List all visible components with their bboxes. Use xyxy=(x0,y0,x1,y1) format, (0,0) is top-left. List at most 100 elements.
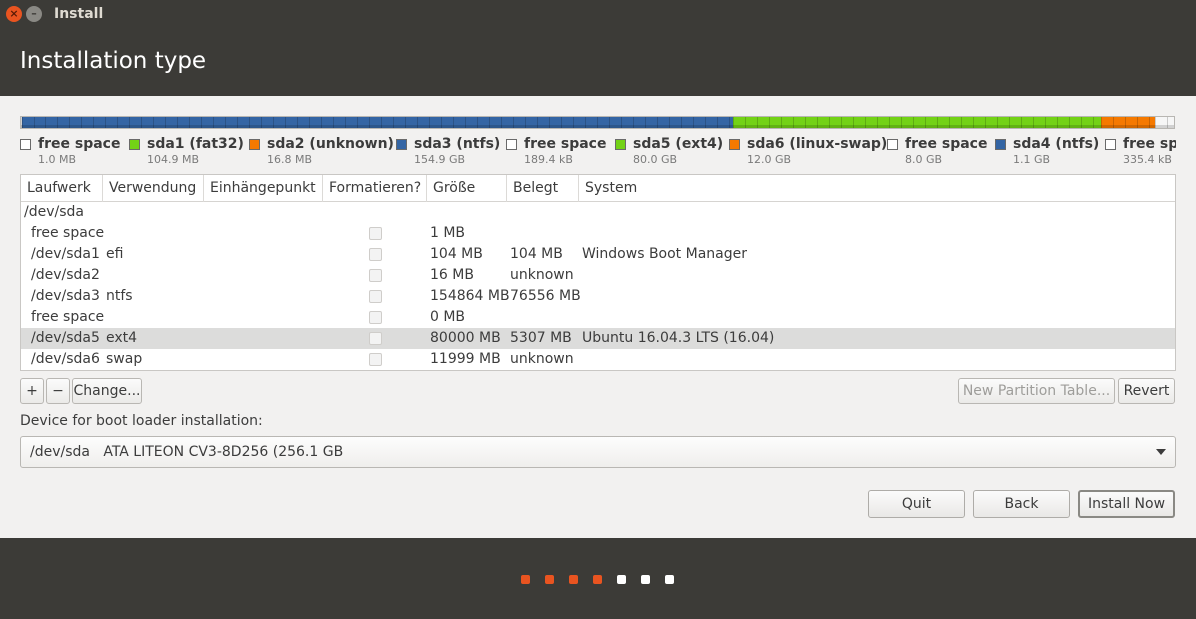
cell-use: efi xyxy=(106,246,124,262)
legend-swatch xyxy=(20,139,31,150)
column-header-system[interactable]: System xyxy=(579,175,1175,202)
quit-button[interactable]: Quit xyxy=(868,490,965,518)
cell-device: /dev/sda1 xyxy=(31,246,100,262)
cell-system: Ubuntu 16.04.3 LTS (16.04) xyxy=(582,330,775,346)
partition-bar-segment xyxy=(733,117,1101,128)
cell-use: swap xyxy=(106,351,143,367)
legend-swatch xyxy=(249,139,260,150)
cell-system: Windows Boot Manager xyxy=(582,246,747,262)
partition-bar-segment xyxy=(57,117,733,128)
cell-device: /dev/sda5 xyxy=(31,330,100,346)
cell-size: 11999 MB xyxy=(430,351,501,367)
table-row[interactable]: /dev/sda2 16 MB unknown xyxy=(21,265,1175,286)
add-partition-button[interactable]: + xyxy=(20,378,44,404)
format-checkbox[interactable] xyxy=(369,290,382,303)
cell-device: free space xyxy=(31,309,105,325)
cell-device: /dev/sda2 xyxy=(31,267,100,283)
main-panel: free space 1.0 MB sda1 (fat32) 104.9 MB sda2… xyxy=(0,96,1196,538)
column-header-laufwerk[interactable]: Laufwerk xyxy=(21,175,103,202)
minimize-window-button[interactable]: – xyxy=(26,6,42,22)
legend-size: 16.8 MB xyxy=(267,153,313,166)
progress-step-dot xyxy=(665,575,674,584)
cell-used: 104 MB xyxy=(510,246,563,262)
partition-usage-bar xyxy=(20,116,1175,129)
window-title: Install xyxy=(54,6,104,22)
partition-table[interactable]: Laufwerk Verwendung Einhängepunkt Format… xyxy=(20,174,1176,371)
legend-swatch xyxy=(995,139,1006,150)
cell-use: ntfs xyxy=(106,288,133,304)
legend-label: sda3 (ntfs) xyxy=(414,136,501,152)
legend-size: 12.0 GB xyxy=(747,153,792,166)
legend-size: 335.4 kB xyxy=(1123,153,1172,166)
legend-label: free space xyxy=(38,136,121,152)
legend-label: sda2 (unknown) xyxy=(267,136,394,152)
column-header-groesse[interactable]: Größe xyxy=(427,175,507,202)
progress-step-dot xyxy=(593,575,602,584)
cell-used: unknown xyxy=(510,351,574,367)
format-checkbox[interactable] xyxy=(369,248,382,261)
cell-size: 0 MB xyxy=(430,309,466,325)
table-row[interactable]: /dev/sda5 ext4 80000 MB 5307 MB Ubuntu 16.04… xyxy=(21,328,1175,349)
back-button[interactable]: Back xyxy=(973,490,1070,518)
change-partition-button[interactable]: Change... xyxy=(72,378,142,404)
table-row[interactable]: /dev/sda3 ntfs 154864 MB 76556 MB xyxy=(21,286,1175,307)
table-row[interactable]: /dev/sda6 swap 11999 MB unknown xyxy=(21,349,1175,370)
legend-size: 80.0 GB xyxy=(633,153,678,166)
legend-swatch xyxy=(887,139,898,150)
column-header-belegt[interactable]: Belegt xyxy=(507,175,579,202)
legend-size: 1.1 GB xyxy=(1013,153,1051,166)
partition-bar-segment xyxy=(22,117,45,128)
table-row[interactable]: free space 0 MB xyxy=(21,307,1175,328)
format-checkbox[interactable] xyxy=(369,227,382,240)
revert-button[interactable]: Revert xyxy=(1118,378,1175,404)
device-row[interactable]: /dev/sda xyxy=(21,202,1175,223)
legend-swatch xyxy=(129,139,140,150)
cell-size: 154864 MB xyxy=(430,288,510,304)
progress-step-dot xyxy=(617,575,626,584)
legend-swatch xyxy=(729,139,740,150)
legend-label: free spa xyxy=(1123,136,1176,152)
legend-label: sda6 (linux-swap) xyxy=(747,136,888,152)
page-header: Installation type xyxy=(0,30,1196,96)
legend-size: 104.9 MB xyxy=(147,153,200,166)
progress-step-dot xyxy=(521,575,530,584)
chevron-down-icon xyxy=(1156,449,1166,455)
cell-used: unknown xyxy=(510,267,574,283)
format-checkbox[interactable] xyxy=(369,269,382,282)
remove-partition-button[interactable]: − xyxy=(46,378,70,404)
legend-swatch xyxy=(615,139,626,150)
install-now-button[interactable]: Install Now xyxy=(1078,490,1175,518)
close-window-button[interactable]: × xyxy=(6,6,22,22)
legend-swatch xyxy=(506,139,517,150)
column-header-verwendung[interactable]: Verwendung xyxy=(103,175,204,202)
format-checkbox[interactable] xyxy=(369,353,382,366)
legend-label: sda1 (fat32) xyxy=(147,136,244,152)
legend-swatch xyxy=(396,139,407,150)
bootloader-label: Device for boot loader installation: xyxy=(20,413,263,429)
cell-use: ext4 xyxy=(106,330,138,346)
legend-label: free space xyxy=(524,136,607,152)
legend-size: 154.9 GB xyxy=(414,153,466,166)
format-checkbox[interactable] xyxy=(369,311,382,324)
table-row[interactable]: /dev/sda1 efi 104 MB 104 MB Windows Boot Man… xyxy=(21,244,1175,265)
column-header-einhaengepunkt[interactable]: Einhängepunkt xyxy=(204,175,323,202)
bootloader-device-select[interactable]: /dev/sda ATA LITEON CV3-8D256 (256.1 GB xyxy=(20,436,1176,468)
partition-bar-segment xyxy=(1101,117,1155,128)
table-row[interactable]: free space 1 MB xyxy=(21,223,1175,244)
cell-used: 5307 MB xyxy=(510,330,572,346)
cell-device: /dev/sda3 xyxy=(31,288,100,304)
format-checkbox[interactable] xyxy=(369,332,382,345)
progress-step-dot xyxy=(641,575,650,584)
cell-size: 1 MB xyxy=(430,225,466,241)
title-bar: × – Install xyxy=(0,0,1196,30)
progress-footer xyxy=(0,538,1196,619)
cell-device: /dev/sda6 xyxy=(31,351,100,367)
legend-label: sda5 (ext4) xyxy=(633,136,724,152)
progress-step-dot xyxy=(569,575,578,584)
cell-size: 104 MB xyxy=(430,246,483,262)
page-title: Installation type xyxy=(20,48,207,74)
table-header: Laufwerk Verwendung Einhängepunkt Format… xyxy=(21,175,1175,202)
column-header-formatieren[interactable]: Formatieren? xyxy=(323,175,427,202)
new-partition-table-button[interactable]: New Partition Table... xyxy=(958,378,1115,404)
cell-size: 16 MB xyxy=(430,267,474,283)
